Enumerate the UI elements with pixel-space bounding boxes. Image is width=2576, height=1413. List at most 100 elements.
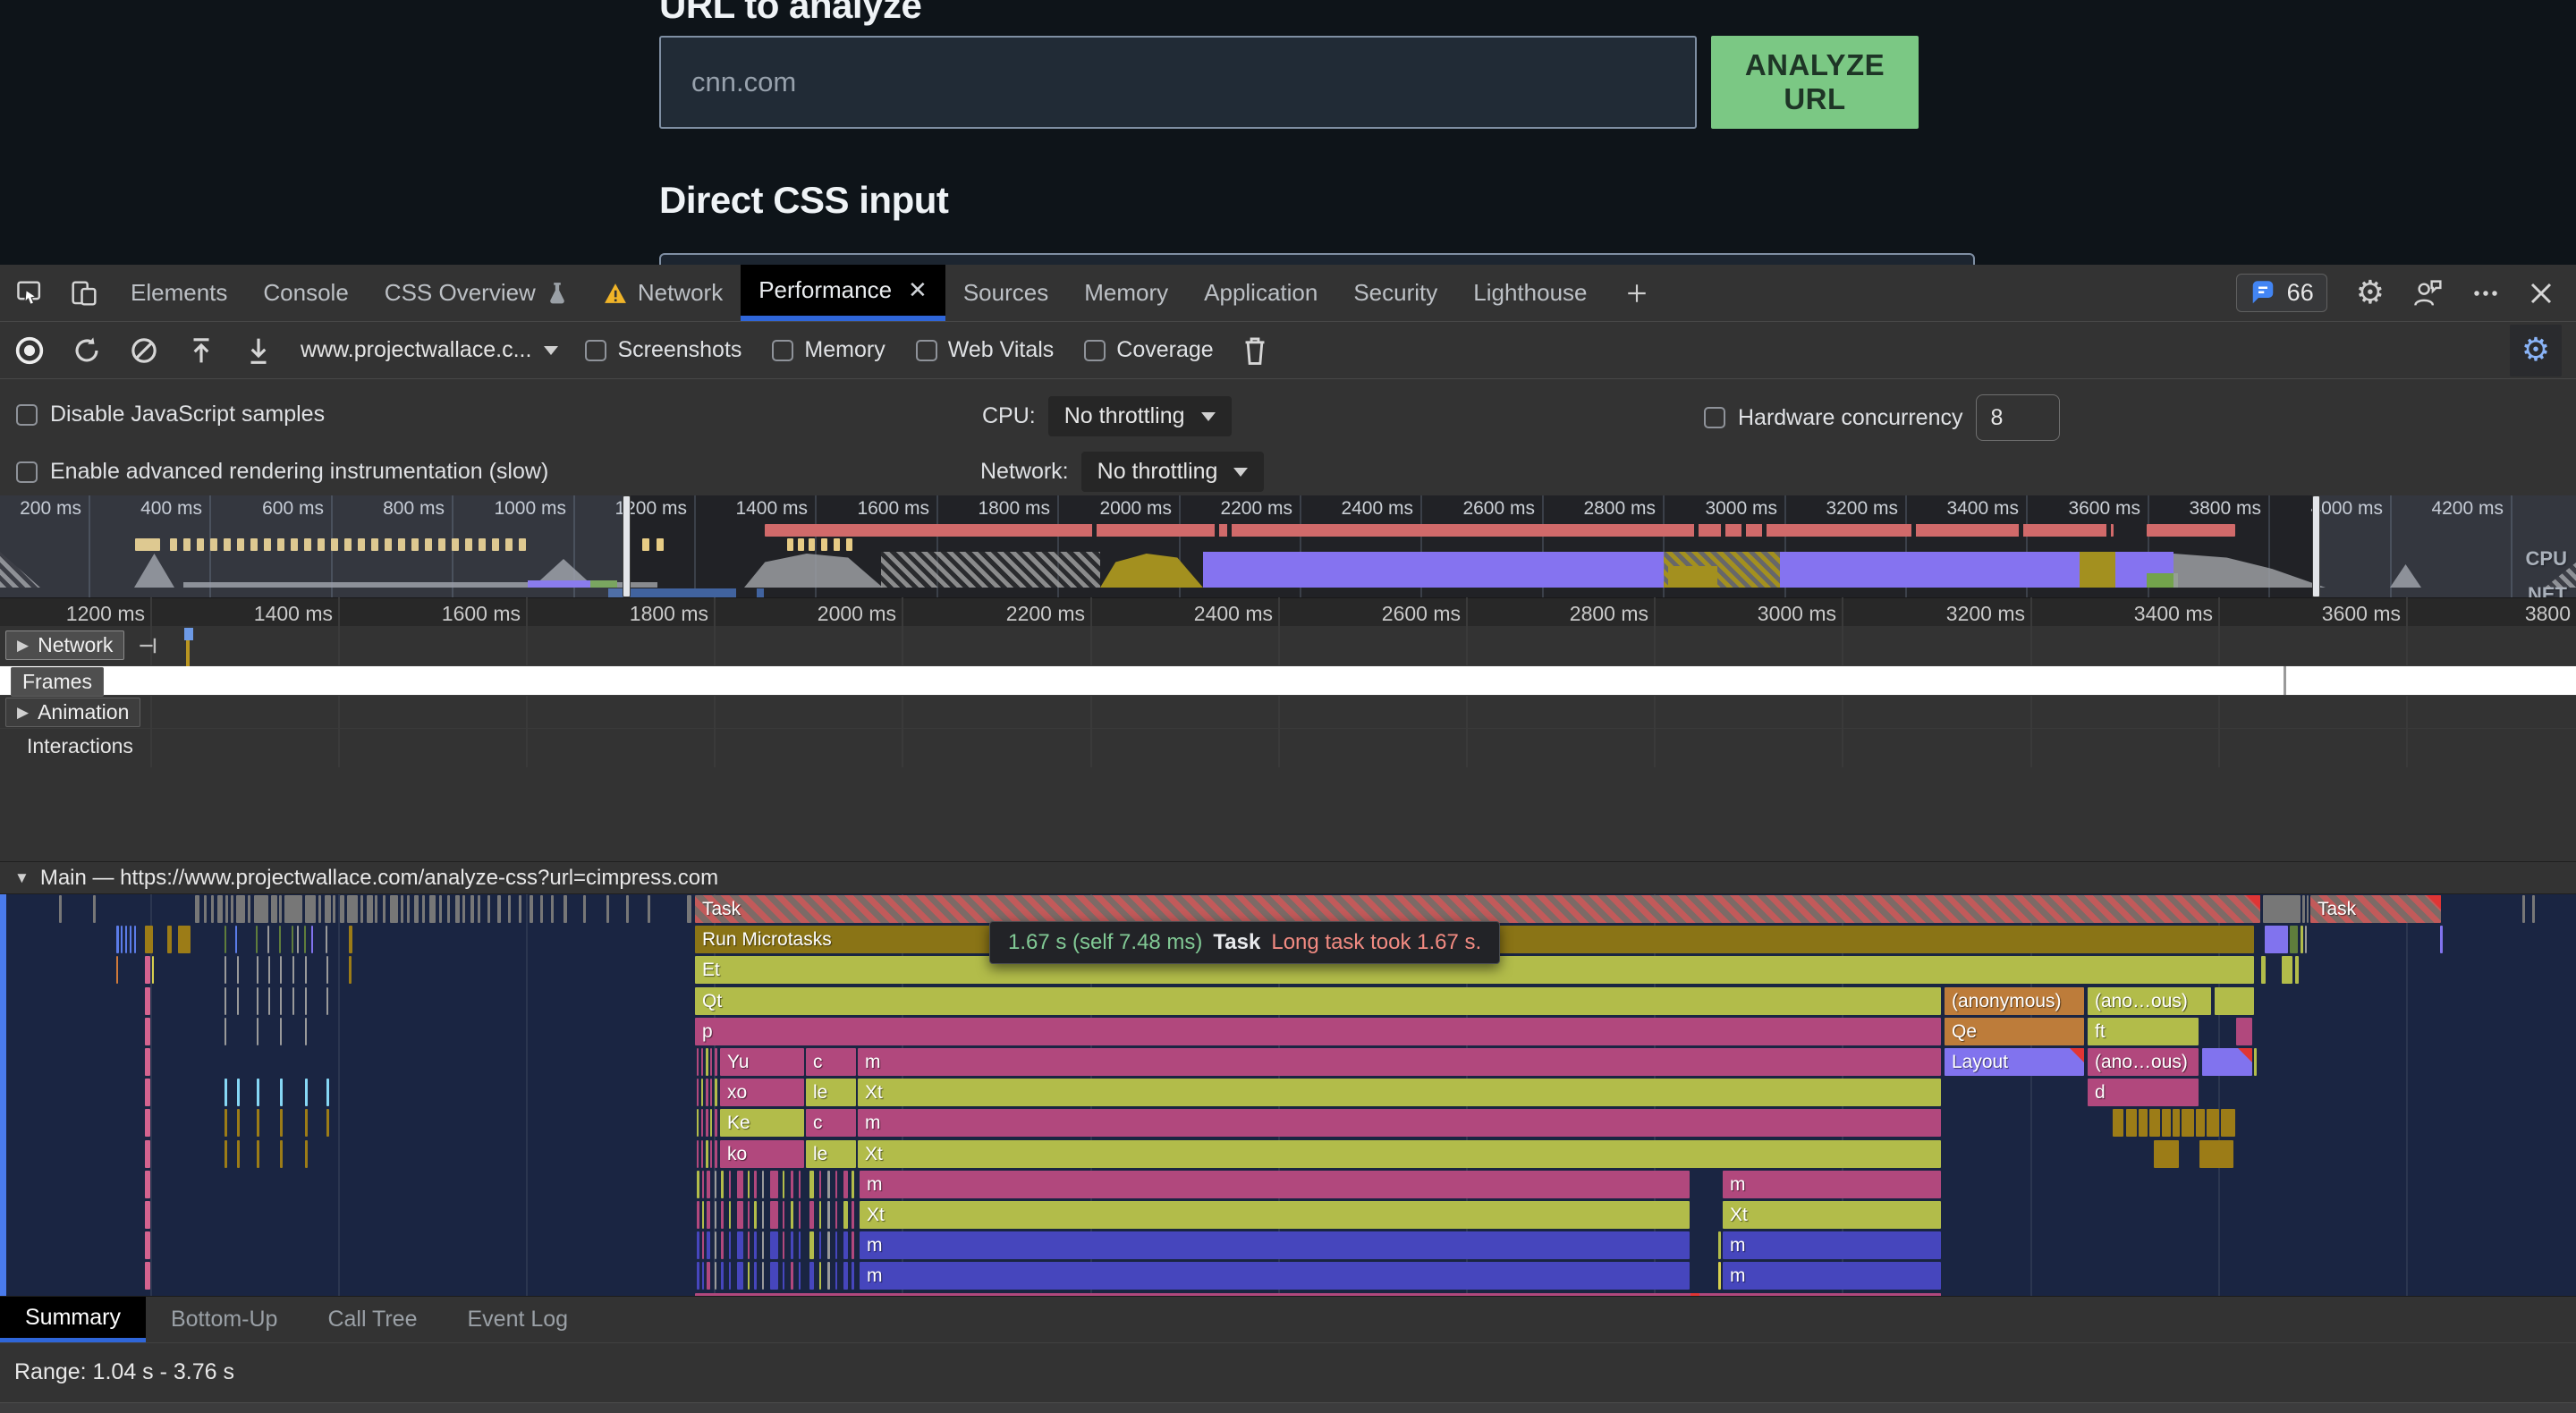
flame-bar[interactable] [729, 1262, 731, 1290]
flame-bar[interactable] [257, 1079, 259, 1106]
device-toolbar-icon[interactable] [70, 279, 98, 308]
flame-bar[interactable] [2173, 1109, 2180, 1137]
reload-record-icon[interactable] [72, 335, 102, 366]
flame-bar[interactable] [799, 1231, 801, 1259]
flame-bar[interactable] [508, 895, 511, 923]
flame-bar[interactable]: Task [2310, 895, 2441, 923]
animation-track-toggle[interactable]: ▶ Animation [5, 698, 140, 727]
network-track[interactable]: ▶ Network [0, 626, 2576, 666]
flame-bar[interactable] [697, 1048, 699, 1076]
collapse-handle-icon[interactable] [138, 635, 161, 656]
flame-bar[interactable] [715, 1109, 717, 1137]
flame-bar[interactable] [701, 1140, 703, 1168]
flame-bar[interactable] [318, 895, 321, 923]
flame-bar[interactable] [217, 895, 223, 923]
flame-bar[interactable] [145, 987, 150, 1015]
flame-bar[interactable] [835, 1231, 837, 1259]
flame-bar[interactable] [530, 895, 533, 923]
flame-bar[interactable] [134, 926, 136, 953]
flame-bar[interactable] [325, 895, 331, 923]
flame-bar[interactable] [827, 1262, 830, 1290]
flame-bar[interactable] [292, 987, 294, 1015]
flame-bar[interactable]: d [2088, 1079, 2199, 1106]
tab-network[interactable]: Network [586, 265, 741, 321]
save-profile-icon[interactable] [243, 335, 274, 366]
flame-bar[interactable]: p [695, 1018, 1941, 1045]
flame-bar[interactable]: m [1723, 1262, 1941, 1290]
frames-track-toggle[interactable]: Frames [11, 667, 104, 697]
flame-bar[interactable] [455, 895, 460, 923]
flame-bar[interactable] [271, 895, 277, 923]
flame-bar[interactable] [225, 926, 226, 953]
tab-lighthouse[interactable]: Lighthouse [1455, 265, 1605, 321]
flame-bar[interactable]: m [1723, 1231, 1941, 1259]
flame-bar[interactable] [367, 895, 373, 923]
flame-bar[interactable] [852, 1171, 854, 1198]
flame-bar[interactable] [237, 987, 239, 1015]
flame-bar[interactable] [429, 895, 436, 923]
flame-bar[interactable] [809, 1262, 814, 1290]
load-profile-icon[interactable] [186, 335, 216, 366]
tab-performance[interactable]: Performance✕ [741, 265, 945, 321]
flame-bar[interactable] [702, 1171, 704, 1198]
flame-bar[interactable] [257, 956, 258, 984]
flame-bar[interactable] [333, 895, 335, 923]
flame-bar[interactable] [2154, 1140, 2179, 1168]
flame-bar[interactable] [116, 926, 119, 953]
flame-bar[interactable] [737, 1201, 743, 1229]
flame-bar[interactable] [280, 1079, 283, 1106]
flame-bar[interactable] [710, 1140, 712, 1168]
flame-bar[interactable] [225, 1140, 227, 1168]
flame-bar[interactable] [721, 1231, 724, 1259]
flame-bar[interactable] [819, 1231, 821, 1259]
flame-bar[interactable] [819, 1201, 821, 1229]
flame-bar[interactable] [737, 1262, 743, 1290]
flame-bar[interactable] [2149, 1109, 2160, 1137]
flame-bar[interactable] [305, 895, 316, 923]
cpu-throttle-select[interactable]: No throttling [1048, 396, 1232, 436]
flame-bar[interactable] [326, 1109, 329, 1137]
flame-bar[interactable] [130, 926, 131, 953]
flame-bar[interactable] [2290, 926, 2298, 953]
flame-bar[interactable] [706, 1109, 708, 1137]
flame-bar[interactable] [715, 1201, 716, 1229]
flame-bar[interactable] [447, 895, 450, 923]
flame-bar[interactable] [715, 1079, 717, 1106]
flame-bar[interactable]: c [806, 1109, 856, 1137]
interactions-track[interactable]: Interactions [0, 729, 2576, 767]
flame-bar[interactable] [470, 895, 474, 923]
flame-bar[interactable] [284, 895, 302, 923]
flame-bar[interactable] [375, 895, 377, 923]
flame-bar[interactable] [843, 1171, 848, 1198]
flame-bar[interactable] [707, 1201, 710, 1229]
flame-bar[interactable] [697, 1262, 699, 1290]
flame-bar[interactable] [843, 1231, 848, 1259]
flame-bar[interactable] [762, 1171, 764, 1198]
flame-bar[interactable] [2199, 1140, 2233, 1168]
flame-bar[interactable] [2307, 895, 2309, 923]
flame-bar[interactable] [2282, 956, 2292, 984]
flame-bar[interactable] [2139, 1109, 2148, 1137]
flame-bar[interactable]: c [806, 1048, 856, 1076]
more-options-icon[interactable] [2472, 280, 2499, 307]
flame-bar[interactable] [819, 1262, 821, 1290]
animation-track[interactable]: ▶ Animation [0, 696, 2576, 729]
flame-bar[interactable] [145, 956, 150, 984]
flame-bar[interactable]: Layout [1945, 1048, 2084, 1076]
flame-bar[interactable] [268, 956, 270, 984]
flame-bar[interactable] [762, 1262, 764, 1290]
flame-bar[interactable] [843, 1201, 848, 1229]
flame-bar[interactable] [762, 1231, 764, 1259]
flame-bar[interactable] [583, 895, 586, 923]
flame-bar[interactable] [279, 926, 281, 953]
more-tabs-button[interactable] [1606, 265, 1668, 321]
flame-bar[interactable] [2215, 987, 2254, 1015]
flame-bar[interactable] [248, 895, 250, 923]
flame-bar[interactable] [93, 895, 96, 923]
flame-bar[interactable] [852, 1262, 854, 1290]
flame-bar[interactable] [2263, 895, 2301, 923]
overview-left-handle[interactable] [623, 495, 631, 597]
feedback-icon[interactable] [2413, 279, 2444, 308]
flame-bar[interactable] [347, 895, 358, 923]
disable-js-checkbox[interactable] [16, 404, 38, 426]
